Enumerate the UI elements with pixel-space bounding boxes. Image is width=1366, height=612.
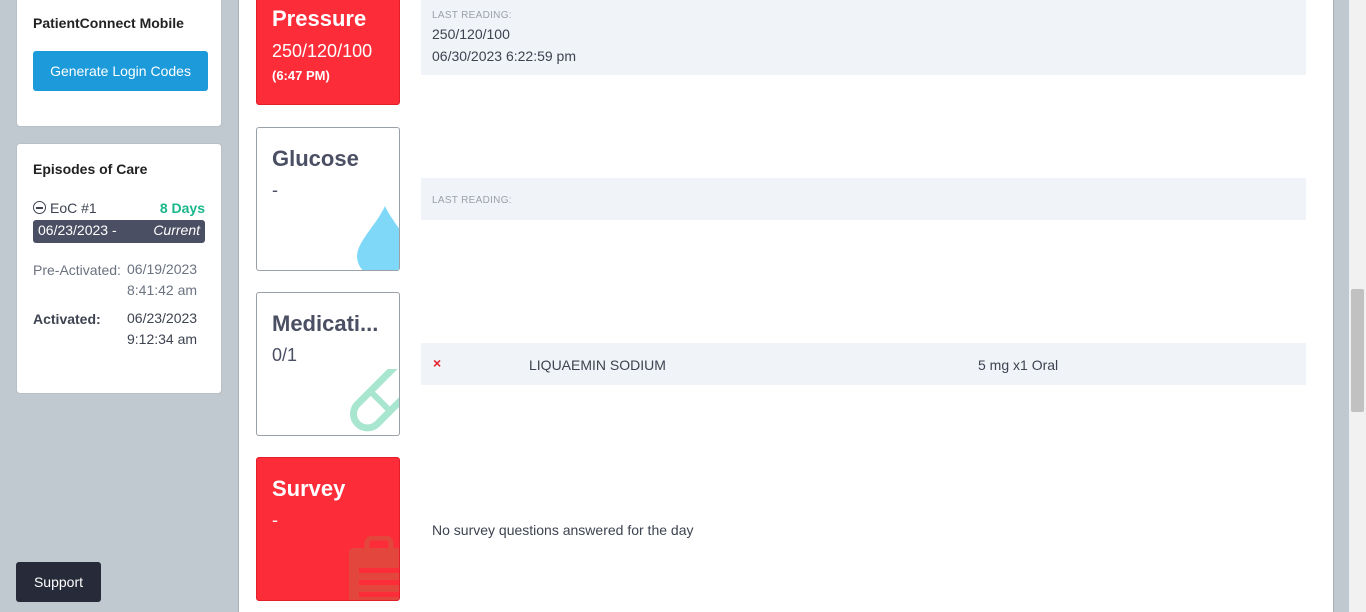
eoc-duration: 8 Days bbox=[159, 200, 205, 216]
clipboard-icon bbox=[349, 536, 399, 600]
medication-tile[interactable]: Medicati... 0/1 bbox=[256, 292, 400, 436]
eoc-date-range[interactable]: 06/23/2023 - Current bbox=[33, 220, 205, 243]
glucose-title: Glucose bbox=[272, 146, 359, 171]
x-icon: × bbox=[433, 355, 442, 371]
pre-activated-time: 8:41:42 am bbox=[127, 282, 198, 298]
activated-date: 06/23/2023 bbox=[127, 310, 198, 326]
pressure-last-reading-label: LAST READING: bbox=[432, 10, 512, 21]
support-button[interactable]: Support bbox=[16, 562, 101, 602]
medication-title: Medicati... bbox=[272, 311, 379, 336]
pressure-last-reading-value: 250/120/100 bbox=[432, 26, 510, 42]
eoc-label: EoC #1 bbox=[50, 200, 97, 216]
episodes-of-care-title: Episodes of Care bbox=[33, 161, 148, 177]
pressure-last-reading-panel: LAST READING: 250/120/100 06/30/2023 6:2… bbox=[421, 0, 1306, 75]
patientconnect-mobile-title: PatientConnect Mobile bbox=[33, 15, 184, 31]
drop-icon bbox=[357, 206, 399, 270]
survey-value: - bbox=[272, 510, 278, 530]
patientconnect-mobile-card: PatientConnect Mobile Generate Login Cod… bbox=[16, 0, 222, 127]
glucose-last-reading-label: LAST READING: bbox=[432, 195, 512, 206]
pre-activated-date: 06/19/2023 bbox=[127, 261, 198, 277]
activated-time: 9:12:34 am bbox=[127, 331, 198, 347]
pressure-title: Pressure bbox=[272, 6, 367, 31]
eoc-status: Current bbox=[153, 222, 200, 238]
minus-circle-icon[interactable] bbox=[33, 201, 46, 214]
pressure-value: 250/120/100 bbox=[272, 41, 373, 61]
pressure-last-reading-datetime: 06/30/2023 6:22:59 pm bbox=[432, 48, 577, 64]
page-scrollbar[interactable] bbox=[1349, 0, 1366, 612]
scrollbar-thumb[interactable] bbox=[1351, 289, 1364, 412]
survey-message: No survey questions answered for the day bbox=[432, 522, 694, 538]
eoc-start-date: 06/23/2023 - bbox=[38, 222, 117, 238]
survey-tile[interactable]: Survey - bbox=[256, 457, 400, 601]
pre-activated-label: Pre-Activated: bbox=[33, 262, 121, 278]
medication-name: LIQUAEMIN SODIUM bbox=[529, 357, 666, 373]
glucose-tile[interactable]: Glucose - bbox=[256, 127, 400, 271]
main-content: Pressure 250/120/100 (6:47 PM) LAST READ… bbox=[238, 0, 1334, 612]
glucose-value: - bbox=[272, 180, 278, 200]
glucose-last-reading-panel: LAST READING: bbox=[421, 178, 1306, 220]
activated-label: Activated: bbox=[33, 311, 101, 327]
generate-login-codes-button[interactable]: Generate Login Codes bbox=[33, 51, 208, 91]
survey-title: Survey bbox=[272, 476, 346, 501]
pressure-time: (6:47 PM) bbox=[272, 68, 330, 83]
medication-value: 0/1 bbox=[272, 345, 298, 365]
medication-dose: 5 mg x1 Oral bbox=[978, 357, 1059, 373]
eoc-toggle[interactable]: EoC #1 8 Days bbox=[33, 200, 205, 218]
pill-icon bbox=[350, 369, 399, 432]
pressure-tile[interactable]: Pressure 250/120/100 (6:47 PM) bbox=[256, 0, 400, 105]
episodes-of-care-card: Episodes of Care EoC #1 8 Days 06/23/202… bbox=[16, 143, 222, 394]
medication-row[interactable]: × LIQUAEMIN SODIUM 5 mg x1 Oral bbox=[421, 343, 1306, 385]
